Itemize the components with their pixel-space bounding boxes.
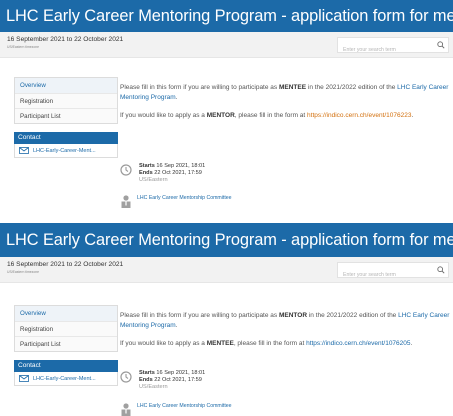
date-bar: 16 September 2021 to 22 October 2021 US/… [0,257,453,283]
event-description: Please fill in this form if you are will… [120,83,450,129]
search-icon[interactable] [437,266,445,274]
event-page-mentees: LHC Early Career Mentoring Program - app… [0,0,453,208]
end-time: 22 Oct 2021, 17:59 [154,377,202,384]
event-chair: LHC Early Career Mentorship Committee [120,402,232,416]
description-paragraph-2: If you would like to apply as a MENTEE, … [120,339,450,349]
para1-role: MENTEE [278,84,307,91]
end-line: Ends 22 Oct 2021, 17:59 [139,170,205,177]
envelope-icon [19,375,29,382]
chair-name[interactable]: LHC Early Career Mentorship Committee [137,195,232,201]
para1-middle: in the 2021/2022 edition of the [306,84,398,91]
event-description: Please fill in this form if you are will… [120,311,450,357]
event-menu: Overview Registration Participant List C… [14,77,118,158]
para1-prefix: Please fill in this form if you are will… [120,84,279,91]
para1-prefix: Please fill in this form if you are will… [120,312,279,319]
contact-email: LHC-Early-Career-Ment... [33,147,96,154]
menu-list: Overview Registration Participant List [14,77,118,124]
event-times: Starts 16 Sep 2021, 18:01 Ends 22 Oct 20… [120,370,205,392]
search-icon[interactable] [437,41,445,49]
start-time: 16 Sep 2021, 18:01 [156,163,206,169]
para1-middle: in the 2021/2022 edition of the [307,312,399,319]
times-text: Starts 16 Sep 2021, 18:01 Ends 22 Oct 20… [139,163,205,185]
date-bar: 16 September 2021 to 22 October 2021 US/… [0,32,453,58]
start-line: Starts 16 Sep 2021, 18:01 [139,163,205,170]
event-title: LHC Early Career Mentoring Program - app… [6,230,453,249]
ends-label: Ends [139,377,153,384]
menu-item-participant-list[interactable]: Participant List [15,336,117,351]
event-page-mentors: LHC Early Career Mentoring Program - app… [0,223,453,416]
times-timezone: US/Eastern [139,384,168,391]
times-timezone: US/Eastern [139,177,168,184]
menu-item-registration[interactable]: Registration [15,321,117,336]
event-timezone: US/Eastern timezone [7,45,40,49]
para2-prefix: If you would like to apply as a [120,112,207,119]
para2-role: MENTOR [206,112,235,119]
event-dates: 16 September 2021 to 22 October 2021 [7,36,124,43]
event-timezone: US/Eastern timezone [7,270,40,274]
menu-list: Overview Registration Participant List [14,305,118,352]
para2-prefix: If you would like to apply as a [120,340,207,347]
event-title-bar: LHC Early Career Mentoring Program - app… [0,223,453,257]
contact-email-link[interactable]: LHC-Early-Career-Ment... [14,372,118,386]
other-form-link[interactable]: https://indico.cern.ch/event/1076223 [307,112,411,119]
description-paragraph-1: Please fill in this form if you are will… [120,311,450,331]
search-box [337,37,449,57]
event-chair: LHC Early Career Mentorship Committee [120,194,232,208]
event-times: Starts 16 Sep 2021, 18:01 Ends 22 Oct 20… [120,163,205,185]
para2-role: MENTEE [206,340,234,347]
para2-suffix: . [411,112,414,119]
end-line: Ends 22 Oct 2021, 17:59 [139,377,205,384]
menu-item-overview[interactable]: Overview [15,78,117,93]
end-time: 22 Oct 2021, 17:59 [154,170,202,177]
starts-label: Starts [139,370,155,376]
event-dates: 16 September 2021 to 22 October 2021 [7,261,124,268]
contact-email: LHC-Early-Career-Ment... [33,375,96,382]
contact-heading: Contact [14,132,118,144]
chair-name[interactable]: LHC Early Career Mentorship Committee [137,403,232,409]
event-title-bar: LHC Early Career Mentoring Program - app… [0,0,453,32]
contact-email-link[interactable]: LHC-Early-Career-Ment... [14,144,118,158]
para1-suffix: . [175,322,178,329]
start-time: 16 Sep 2021, 18:01 [156,370,206,376]
para2-middle: , please fill in the form at [233,340,307,347]
start-line: Starts 16 Sep 2021, 18:01 [139,370,205,377]
times-text: Starts 16 Sep 2021, 18:01 Ends 22 Oct 20… [139,370,205,392]
event-title: LHC Early Career Mentoring Program - app… [6,6,453,25]
para1-role: MENTOR [278,312,308,319]
person-icon [121,195,131,208]
description-paragraph-1: Please fill in this form if you are will… [120,83,450,103]
event-menu: Overview Registration Participant List C… [14,305,118,386]
menu-item-registration[interactable]: Registration [15,93,117,108]
ends-label: Ends [139,170,153,177]
clock-icon [120,371,132,383]
clock-icon [120,164,132,176]
menu-item-participant-list[interactable]: Participant List [15,108,117,123]
search-box [337,262,449,282]
menu-item-overview[interactable]: Overview [15,306,117,321]
envelope-icon [19,147,29,154]
para1-suffix: . [175,94,178,101]
para2-suffix: . [410,340,413,347]
search-input[interactable] [338,268,428,282]
search-input[interactable] [338,43,428,57]
contact-heading: Contact [14,360,118,372]
other-form-link[interactable]: https://indico.cern.ch/event/1076205 [306,340,410,347]
para2-middle: , please fill in the form at [234,112,308,119]
starts-label: Starts [139,163,155,169]
description-paragraph-2: If you would like to apply as a MENTOR, … [120,111,450,121]
person-icon [121,403,131,416]
